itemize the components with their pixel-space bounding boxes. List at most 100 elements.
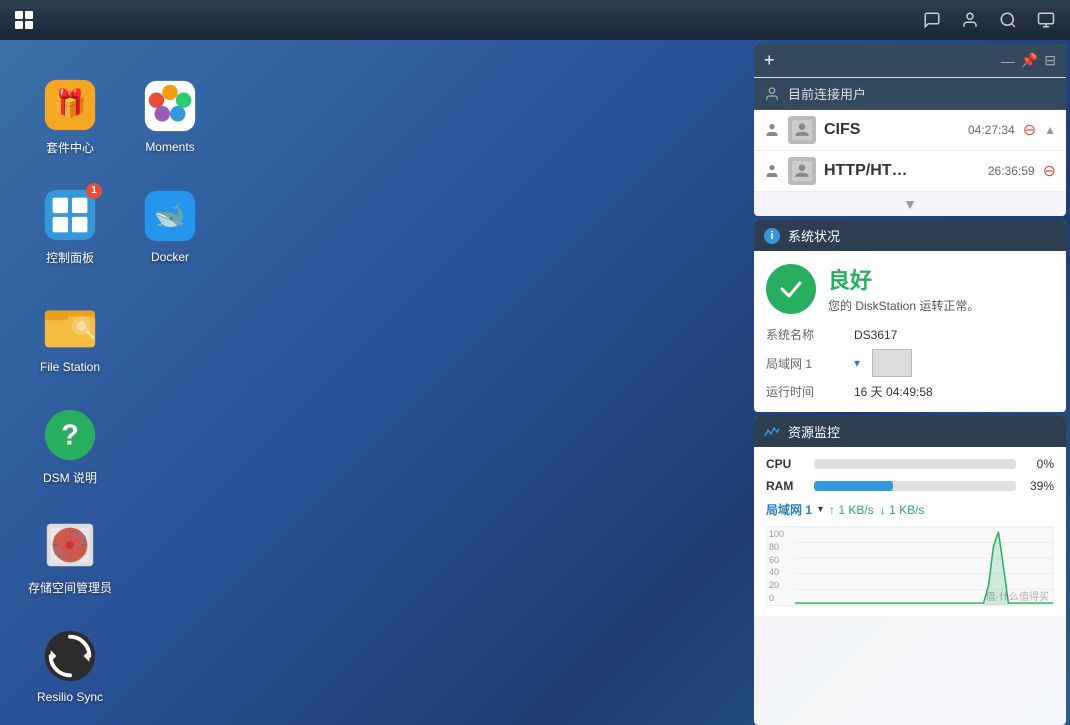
system-name-label: 系统名称 (766, 326, 846, 343)
user-disconnect-cifs[interactable]: ⊖ (1023, 120, 1036, 140)
icon-resilio-sync[interactable]: Resilio Sync (20, 610, 120, 720)
taskbar-left (8, 4, 40, 36)
svg-text:?: ? (61, 419, 79, 451)
status-main: 良好 您的 DiskStation 运转正常。 (766, 263, 1054, 314)
user-time-cifs: 04:27:34 (968, 123, 1015, 137)
icon-download-station[interactable]: Download Station (20, 720, 120, 725)
icon-label-control-panel: 控制面板 (46, 249, 94, 266)
icon-dsm-help[interactable]: ? DSM 说明 (20, 390, 120, 500)
ram-row: RAM 39% (766, 479, 1054, 493)
resource-title: 资源监控 (788, 422, 840, 441)
widget-minimize-button[interactable]: — (1001, 53, 1015, 69)
network-chart: 100 80 60 40 20 0 (766, 526, 1054, 606)
search-button[interactable] (992, 4, 1024, 36)
widget-users-title: 目前连接用户 (788, 84, 866, 103)
users-list: CIFS 04:27:34 ⊖ ▲ (754, 110, 1066, 192)
widget-pin-button[interactable]: 📌 (1021, 52, 1038, 69)
icon-docker[interactable]: 🐋 Docker (120, 170, 220, 280)
system-name-row: 系统名称 DS3617 (766, 326, 1054, 343)
svg-text:🐋: 🐋 (154, 202, 185, 230)
user-icon-cifs (764, 122, 780, 138)
status-widget-header: i 系统状况 (754, 220, 1066, 251)
desktop-icons: 🎁 套件中心 Moments (0, 40, 240, 725)
user-disconnect-http[interactable]: ⊖ (1043, 161, 1056, 181)
status-info-icon: i (764, 228, 780, 244)
user-avatar-http (788, 157, 816, 185)
y-label-100: 100 (769, 529, 793, 539)
status-good-text: 良好 (828, 263, 979, 295)
user-row-http: HTTP/HT… 26:36:59 ⊖ (754, 151, 1066, 192)
desktop: 🎁 套件中心 Moments (0, 40, 1070, 725)
resource-body: CPU 0% RAM 39% 局域网 1 ▾ ↑ 1 KB/s (754, 447, 1066, 616)
icon-storage-manager[interactable]: 存储空间管理员 (20, 500, 120, 610)
cpu-pct: 0% (1024, 457, 1054, 471)
status-text-container: 良好 您的 DiskStation 运转正常。 (828, 263, 979, 314)
status-info-grid: 系统名称 DS3617 局域网 1 ▾ 运行时间 16 天 04:49:58 (766, 326, 1054, 400)
net-arrow-icon: ▾ (818, 504, 823, 515)
net-label[interactable]: 局域网 1 (766, 501, 812, 518)
widget-users-header: 目前连接用户 (754, 78, 1066, 110)
widget-resource-monitor: 资源监控 CPU 0% RAM 39% 局 (754, 416, 1066, 725)
chat-button[interactable] (916, 4, 948, 36)
icon-label-resilio: Resilio Sync (37, 690, 103, 704)
net-download: ↓ 1 KB/s (880, 503, 925, 517)
resource-widget-header: 资源监控 (754, 416, 1066, 447)
user-avatar-cifs (788, 116, 816, 144)
uptime-label: 运行时间 (766, 383, 846, 400)
icon-moments[interactable]: Moments (120, 60, 220, 170)
uptime-row: 运行时间 16 天 04:49:58 (766, 383, 1054, 400)
network-stats-row: 局域网 1 ▾ ↑ 1 KB/s ↓ 1 KB/s (766, 501, 1054, 518)
icon-label-dsm: DSM 说明 (43, 469, 97, 486)
icon-label-docker: Docker (151, 250, 189, 264)
status-check-icon (766, 264, 816, 314)
ram-progress-bg (814, 481, 1016, 491)
cpu-row: CPU 0% (766, 457, 1054, 471)
svg-text:🎁: 🎁 (53, 87, 87, 118)
widget-close-button[interactable]: ⊟ (1044, 52, 1056, 69)
control-panel-badge: 1 (86, 183, 102, 199)
user-protocol-http: HTTP/HT… (824, 162, 908, 180)
resource-icon (764, 424, 780, 440)
lan-row: 局域网 1 ▾ (766, 349, 1054, 377)
cpu-label: CPU (766, 457, 806, 471)
icon-label-storage: 存储空间管理员 (28, 579, 112, 596)
ram-progress-fill (814, 481, 893, 491)
widget-users-controls: — 📌 ⊟ (1001, 52, 1056, 69)
uptime-value: 16 天 04:49:58 (854, 383, 933, 400)
icon-label-file-station: File Station (40, 360, 100, 374)
user-button[interactable] (954, 4, 986, 36)
icon-label-package: 套件中心 (46, 139, 94, 156)
system-name-value: DS3617 (854, 328, 897, 342)
taskbar (0, 0, 1070, 40)
status-body: 良好 您的 DiskStation 运转正常。 系统名称 DS3617 局域网 … (754, 251, 1066, 412)
user-expand-cifs[interactable]: ▲ (1044, 123, 1056, 137)
y-label-40: 40 (769, 567, 793, 577)
widget-system-status: i 系统状况 良好 您的 DiskStation 运转正常。 (754, 220, 1066, 412)
icon-package-center[interactable]: 🎁 套件中心 (20, 60, 120, 170)
widget-connected-users: + — 📌 ⊟ 目前连接用户 (754, 44, 1066, 216)
user-row-cifs: CIFS 04:27:34 ⊖ ▲ (754, 110, 1066, 151)
taskbar-right (916, 4, 1062, 36)
user-icon-http (764, 163, 780, 179)
y-label-0: 0 (769, 593, 793, 603)
chart-y-labels: 100 80 60 40 20 0 (767, 527, 795, 605)
lan-dropdown[interactable]: ▾ (854, 356, 860, 370)
ram-label: RAM (766, 479, 806, 493)
desktop-button[interactable] (1030, 4, 1062, 36)
user-protocol-cifs: CIFS (824, 121, 860, 139)
y-label-20: 20 (769, 580, 793, 590)
y-label-80: 80 (769, 542, 793, 552)
user-header-icon (764, 86, 780, 102)
icon-file-station[interactable]: File Station (20, 280, 120, 390)
lan-dropdown-text: ▾ (854, 356, 860, 370)
status-sub-text: 您的 DiskStation 运转正常。 (828, 297, 979, 314)
network-image (872, 349, 912, 377)
widget-users-add-button[interactable]: + (764, 50, 775, 71)
icon-control-panel[interactable]: 1 控制面板 (20, 170, 120, 280)
apps-grid-icon[interactable] (8, 4, 40, 36)
watermark: 值·什么值得买 (986, 588, 1049, 603)
widget-users-titlebar: + — 📌 ⊟ (754, 44, 1066, 78)
widget-users-chevron[interactable]: ▼ (754, 192, 1066, 216)
cpu-progress-bg (814, 459, 1016, 469)
user-time-http: 26:36:59 (988, 164, 1035, 178)
